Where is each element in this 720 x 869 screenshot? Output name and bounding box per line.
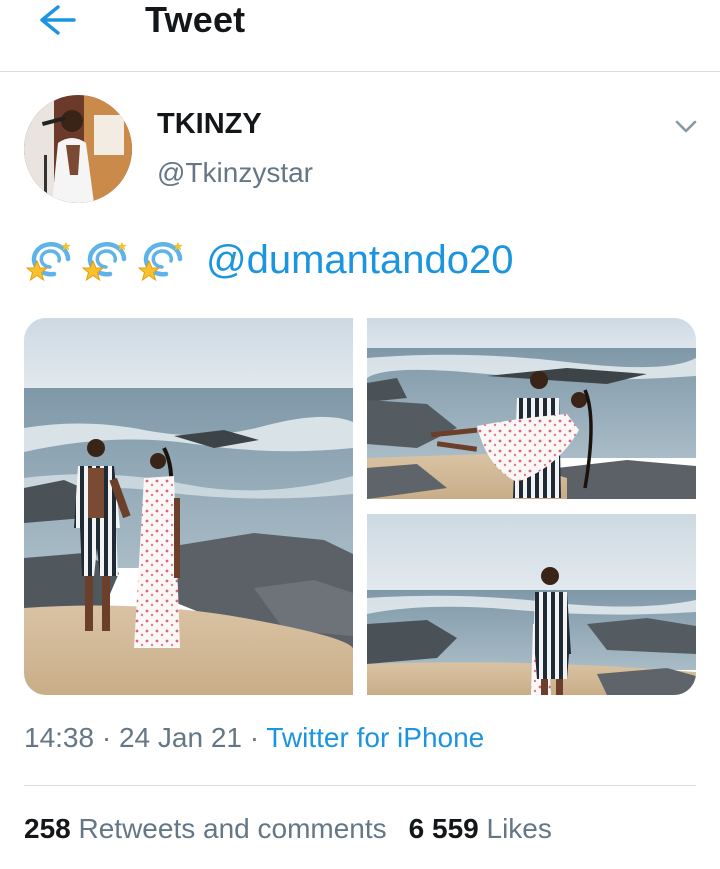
retweets-count: 258: [24, 813, 71, 844]
likes-stat[interactable]: 6 559 Likes: [409, 813, 552, 844]
dizzy-icon: [81, 241, 127, 282]
arrow-left-icon: [40, 5, 76, 35]
avatar[interactable]: [24, 95, 132, 203]
dizzy-icon: [25, 241, 71, 282]
meta-separator: ·: [94, 722, 119, 753]
photo-couple-on-beach-rocks[interactable]: [24, 318, 353, 695]
tweet-body: @dumantando20: [24, 232, 514, 288]
top-bar: Tweet: [0, 0, 720, 72]
author-handle[interactable]: @Tkinzystar: [157, 157, 313, 189]
divider: [24, 785, 696, 786]
page-title: Tweet: [145, 0, 246, 40]
mention-link[interactable]: @dumantando20: [206, 238, 514, 283]
author-name[interactable]: TKINZY: [157, 108, 262, 141]
likes-label: Likes: [486, 813, 552, 844]
retweets-stat[interactable]: 258 Retweets and comments: [24, 813, 387, 844]
tweet-time: 14:38: [24, 722, 95, 753]
photo-couple-facing-sea[interactable]: [367, 514, 696, 695]
photo-man-carrying-woman[interactable]: [367, 318, 696, 499]
chevron-down-icon: [675, 120, 697, 133]
tweet-source-link[interactable]: Twitter for iPhone: [266, 722, 484, 753]
dizzy-icon: [137, 241, 183, 282]
back-button[interactable]: [32, 2, 80, 38]
tweet-timestamp: 14:38 · 24 Jan 21 · Twitter for iPhone: [24, 722, 484, 754]
likes-count: 6 559: [408, 813, 479, 844]
retweets-label: Retweets and comments: [78, 813, 387, 844]
meta-separator: ·: [241, 722, 267, 753]
tweet-date: 24 Jan 21: [118, 722, 242, 753]
tweet-menu-button[interactable]: [670, 110, 702, 142]
engagement-stats: 258 Retweets and comments 6 559 Likes: [24, 813, 552, 845]
